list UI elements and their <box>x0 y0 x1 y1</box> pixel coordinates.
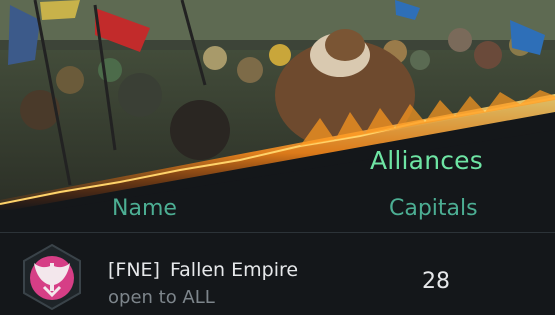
capitals-count: 28 <box>422 269 450 294</box>
alliance-row[interactable]: [FNE] Fallen Empire open to ALL 28 <box>0 233 555 312</box>
column-header-name[interactable]: Name <box>112 196 177 221</box>
alliance-status: open to ALL <box>108 287 215 308</box>
alliances-panel: Alliances Name Capitals [FNE] Fallen Empi… <box>0 0 555 312</box>
alliance-name-text: Fallen Empire <box>169 259 299 281</box>
column-header-capitals[interactable]: Capitals <box>389 196 478 221</box>
alliance-tag: [FNE] <box>108 259 160 281</box>
page-title: Alliances <box>369 146 483 175</box>
alliance-name: [FNE] Fallen Empire <box>108 259 298 281</box>
winged-emblem-icon <box>18 243 86 311</box>
